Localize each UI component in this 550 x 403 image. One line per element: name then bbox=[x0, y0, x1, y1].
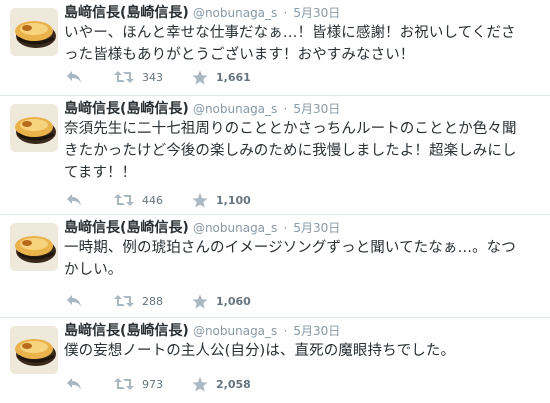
tweet-header: 島﨑信長(島崎信長) @nobunaga_s · 5月30日 bbox=[64, 219, 340, 238]
retweet-count: 343 bbox=[142, 70, 163, 84]
tweet-text: 一時期、例の琥珀さんのイメージソングずっと聞いてたなぁ…。なつ かしい。 bbox=[64, 237, 546, 281]
avatar[interactable] bbox=[10, 104, 58, 152]
star-icon bbox=[192, 377, 208, 392]
reply-icon bbox=[67, 71, 81, 83]
retweet-button[interactable]: 343 bbox=[114, 70, 163, 84]
user-handle[interactable]: @nobunaga_s bbox=[193, 6, 277, 20]
tweet-text-line: かしい。 bbox=[64, 262, 123, 278]
tweet-header: 島﨑信長(島崎信長) @nobunaga_s · 5月30日 bbox=[64, 4, 340, 23]
retweet-count: 973 bbox=[142, 377, 163, 391]
timestamp[interactable]: 5月30日 bbox=[293, 102, 340, 116]
retweet-button[interactable]: 973 bbox=[114, 377, 163, 391]
separator: · bbox=[283, 324, 288, 338]
separator: · bbox=[283, 221, 288, 235]
tweet-text-line: 一時期、例の琥珀さんのイメージソングずっと聞いてたなぁ…。なつ bbox=[64, 240, 516, 256]
tweet[interactable]: 島﨑信長(島崎信長) @nobunaga_s · 5月30日 僕の妄想ノートの主… bbox=[0, 318, 550, 403]
display-name[interactable]: 島﨑信長(島崎信長) bbox=[64, 220, 189, 236]
reply-button[interactable] bbox=[66, 377, 82, 391]
reply-icon bbox=[67, 378, 81, 390]
tweet-text: 僕の妄想ノートの主人公(自分)は、直死の魔眼持ちでした。 bbox=[64, 340, 546, 362]
retweet-button[interactable]: 288 bbox=[114, 294, 163, 308]
star-icon bbox=[192, 193, 208, 208]
tweet-timeline: 島﨑信長(島崎信長) @nobunaga_s · 5月30日 いやー、ほんと幸せ… bbox=[0, 0, 550, 403]
tweet-text-line: った皆様もありがとうございます！おやすみなさい！ bbox=[64, 47, 415, 63]
reply-icon bbox=[67, 194, 81, 206]
timestamp[interactable]: 5月30日 bbox=[293, 324, 340, 338]
cake-avatar-icon bbox=[10, 8, 58, 56]
tweet-text-line: 僕の妄想ノートの主人公(自分)は、直死の魔眼持ちでした。 bbox=[64, 343, 456, 359]
separator: · bbox=[283, 6, 288, 20]
retweet-count: 288 bbox=[142, 294, 163, 308]
display-name[interactable]: 島﨑信長(島崎信長) bbox=[64, 101, 189, 117]
separator: · bbox=[283, 102, 288, 116]
user-handle[interactable]: @nobunaga_s bbox=[193, 324, 277, 338]
display-name[interactable]: 島﨑信長(島崎信長) bbox=[64, 5, 189, 21]
star-icon bbox=[192, 294, 208, 309]
tweet-text: いやー、ほんと幸せな仕事だなぁ…！皆様に感謝！お祝いしてくださ った皆様もありが… bbox=[64, 22, 546, 66]
retweet-button[interactable]: 446 bbox=[114, 193, 163, 207]
favorite-button[interactable]: 1,661 bbox=[192, 70, 251, 85]
timestamp[interactable]: 5月30日 bbox=[293, 6, 340, 20]
user-handle[interactable]: @nobunaga_s bbox=[193, 221, 277, 235]
tweet-text-line: 奈須先生に二十七祖周りのこととかさっちんルートのこととか色々聞 bbox=[64, 121, 517, 137]
retweet-icon bbox=[114, 194, 134, 206]
tweet-header: 島﨑信長(島崎信長) @nobunaga_s · 5月30日 bbox=[64, 322, 340, 341]
timestamp[interactable]: 5月30日 bbox=[293, 221, 340, 235]
avatar[interactable] bbox=[10, 326, 58, 374]
retweet-icon bbox=[114, 295, 134, 307]
tweet-text-line: きたかったけど今後の楽しみのために我慢しましたよ！超楽しみにし bbox=[64, 143, 517, 159]
tweet[interactable]: 島﨑信長(島崎信長) @nobunaga_s · 5月30日 奈須先生に二十七祖… bbox=[0, 96, 550, 215]
favorite-count: 1,100 bbox=[216, 194, 251, 207]
tweet[interactable]: 島﨑信長(島崎信長) @nobunaga_s · 5月30日 一時期、例の琥珀さ… bbox=[0, 215, 550, 318]
cake-avatar-icon bbox=[10, 223, 58, 271]
star-icon bbox=[192, 70, 208, 85]
reply-button[interactable] bbox=[66, 193, 82, 207]
display-name[interactable]: 島﨑信長(島崎信長) bbox=[64, 323, 189, 339]
tweet[interactable]: 島﨑信長(島崎信長) @nobunaga_s · 5月30日 いやー、ほんと幸せ… bbox=[0, 0, 550, 96]
reply-button[interactable] bbox=[66, 70, 82, 84]
retweet-icon bbox=[114, 378, 134, 390]
avatar[interactable] bbox=[10, 223, 58, 271]
retweet-count: 446 bbox=[142, 193, 163, 207]
tweet-text-line: いやー、ほんと幸せな仕事だなぁ…！皆様に感謝！お祝いしてくださ bbox=[64, 25, 516, 41]
avatar[interactable] bbox=[10, 8, 58, 56]
favorite-button[interactable]: 1,060 bbox=[192, 294, 251, 309]
tweet-text: 奈須先生に二十七祖周りのこととかさっちんルートのこととか色々聞 きたかったけど今… bbox=[64, 118, 546, 184]
tweet-header: 島﨑信長(島崎信長) @nobunaga_s · 5月30日 bbox=[64, 100, 340, 119]
tweet-text-line: てます！！ bbox=[64, 165, 137, 181]
user-handle[interactable]: @nobunaga_s bbox=[193, 102, 277, 116]
favorite-count: 1,661 bbox=[216, 71, 251, 84]
favorite-button[interactable]: 1,100 bbox=[192, 193, 251, 208]
reply-button[interactable] bbox=[66, 294, 82, 308]
reply-icon bbox=[67, 295, 81, 307]
cake-avatar-icon bbox=[10, 326, 58, 374]
cake-avatar-icon bbox=[10, 104, 58, 152]
favorite-button[interactable]: 2,058 bbox=[192, 377, 251, 392]
favorite-count: 1,060 bbox=[216, 295, 251, 308]
retweet-icon bbox=[114, 71, 134, 83]
favorite-count: 2,058 bbox=[216, 378, 251, 391]
